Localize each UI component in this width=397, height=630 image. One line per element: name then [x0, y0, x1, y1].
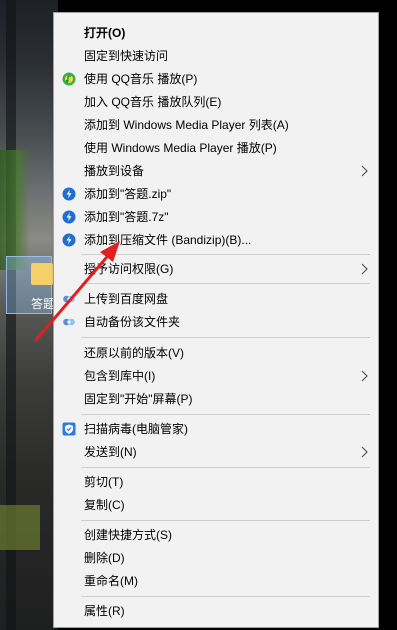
menu-item-label: 重命名(M): [84, 574, 138, 588]
menu-separator: [81, 414, 370, 415]
menu-item-pin-quick-access[interactable]: 固定到快速访问: [54, 45, 378, 68]
menu-item-label: 复制(C): [84, 498, 125, 512]
menu-item-include-library[interactable]: 包含到库中(I): [54, 365, 378, 388]
menu-item-add-7z[interactable]: 添加到"答题.7z": [54, 206, 378, 229]
menu-item-add-zip[interactable]: 添加到"答题.zip": [54, 183, 378, 206]
menu-item-label: 授予访问权限(G): [84, 262, 174, 276]
menu-item-play-to-device[interactable]: 播放到设备: [54, 160, 378, 183]
menu-item-wmp-add-list[interactable]: 添加到 Windows Media Player 列表(A): [54, 114, 378, 137]
menu-item-delete[interactable]: 删除(D): [54, 547, 378, 570]
bandizip-icon: [62, 187, 76, 201]
desktop-grass-shape: [0, 505, 40, 550]
desktop-folder-icon-selected[interactable]: 答题: [6, 256, 56, 314]
menu-separator: [81, 254, 370, 255]
menu-item-add-bandizip[interactable]: 添加到压缩文件 (Bandizip)(B)...: [54, 229, 378, 252]
menu-item-scan-virus[interactable]: 扫描病毒(电脑管家): [54, 418, 378, 441]
menu-separator: [81, 596, 370, 597]
menu-item-label: 包含到库中(I): [84, 369, 156, 383]
menu-item-label: 还原以前的版本(V): [84, 346, 184, 360]
menu-separator: [81, 283, 370, 284]
menu-item-label: 剪切(T): [84, 475, 124, 489]
menu-separator: [81, 467, 370, 468]
menu-item-wmp-play[interactable]: 使用 Windows Media Player 播放(P): [54, 137, 378, 160]
menu-item-label: 添加到"答题.7z": [84, 210, 169, 224]
menu-item-cut[interactable]: 剪切(T): [54, 471, 378, 494]
menu-item-label: 扫描病毒(电脑管家): [84, 422, 188, 436]
menu-item-label: 上传到百度网盘: [84, 292, 169, 306]
menu-item-create-shortcut[interactable]: 创建快捷方式(S): [54, 524, 378, 547]
pc-manager-shield-icon: [62, 422, 76, 436]
menu-item-label: 固定到快速访问: [84, 49, 169, 63]
menu-separator: [81, 520, 370, 521]
menu-item-label: 使用 Windows Media Player 播放(P): [84, 141, 277, 155]
menu-item-restore-versions[interactable]: 还原以前的版本(V): [54, 342, 378, 365]
desktop-background: [0, 0, 58, 630]
menu-item-label: 固定到"开始"屏幕(P): [84, 392, 193, 406]
chevron-right-icon: [361, 446, 368, 458]
qq-music-icon: [62, 72, 76, 86]
menu-item-pin-start[interactable]: 固定到"开始"屏幕(P): [54, 388, 378, 411]
menu-item-copy[interactable]: 复制(C): [54, 494, 378, 517]
menu-item-send-to[interactable]: 发送到(N): [54, 441, 378, 464]
menu-separator: [81, 337, 370, 338]
chevron-right-icon: [361, 263, 368, 275]
menu-item-qqmusic-play[interactable]: 使用 QQ音乐 播放(P): [54, 68, 378, 91]
menu-item-label: 打开(O): [84, 26, 126, 40]
menu-item-label: 发送到(N): [84, 445, 137, 459]
menu-item-rename[interactable]: 重命名(M): [54, 570, 378, 593]
folder-icon: [31, 263, 53, 285]
menu-item-label: 删除(D): [84, 551, 125, 565]
menu-item-label: 使用 QQ音乐 播放(P): [84, 72, 198, 86]
chevron-right-icon: [361, 165, 368, 177]
bandizip-icon: [62, 210, 76, 224]
menu-item-label: 添加到压缩文件 (Bandizip)(B)...: [84, 233, 252, 247]
context-menu: 打开(O) 固定到快速访问 使用 QQ音乐 播放(P) 加入 QQ音乐 播放队列…: [53, 12, 379, 628]
menu-item-open[interactable]: 打开(O): [54, 22, 378, 45]
menu-item-qqmusic-queue[interactable]: 加入 QQ音乐 播放队列(E): [54, 91, 378, 114]
auto-backup-icon: [63, 318, 75, 326]
menu-item-properties[interactable]: 属性(R): [54, 600, 378, 623]
menu-item-label: 创建快捷方式(S): [84, 528, 172, 542]
menu-item-auto-backup[interactable]: 自动备份该文件夹: [54, 311, 378, 334]
menu-item-label: 播放到设备: [84, 164, 145, 178]
desktop-folder-label: 答题: [31, 297, 56, 311]
menu-item-label: 添加到 Windows Media Player 列表(A): [84, 118, 289, 132]
desktop-tree-shape: [0, 150, 30, 270]
bandizip-icon: [62, 233, 76, 247]
menu-item-label: 加入 QQ音乐 播放队列(E): [84, 95, 222, 109]
menu-item-label: 添加到"答题.zip": [84, 187, 172, 201]
chevron-right-icon: [361, 370, 368, 382]
menu-item-baidu-upload[interactable]: 上传到百度网盘: [54, 288, 378, 311]
baidu-netdisk-icon: [63, 295, 75, 303]
menu-item-label: 自动备份该文件夹: [84, 315, 181, 329]
menu-item-grant-access[interactable]: 授予访问权限(G): [54, 258, 378, 281]
menu-item-label: 属性(R): [84, 604, 125, 618]
